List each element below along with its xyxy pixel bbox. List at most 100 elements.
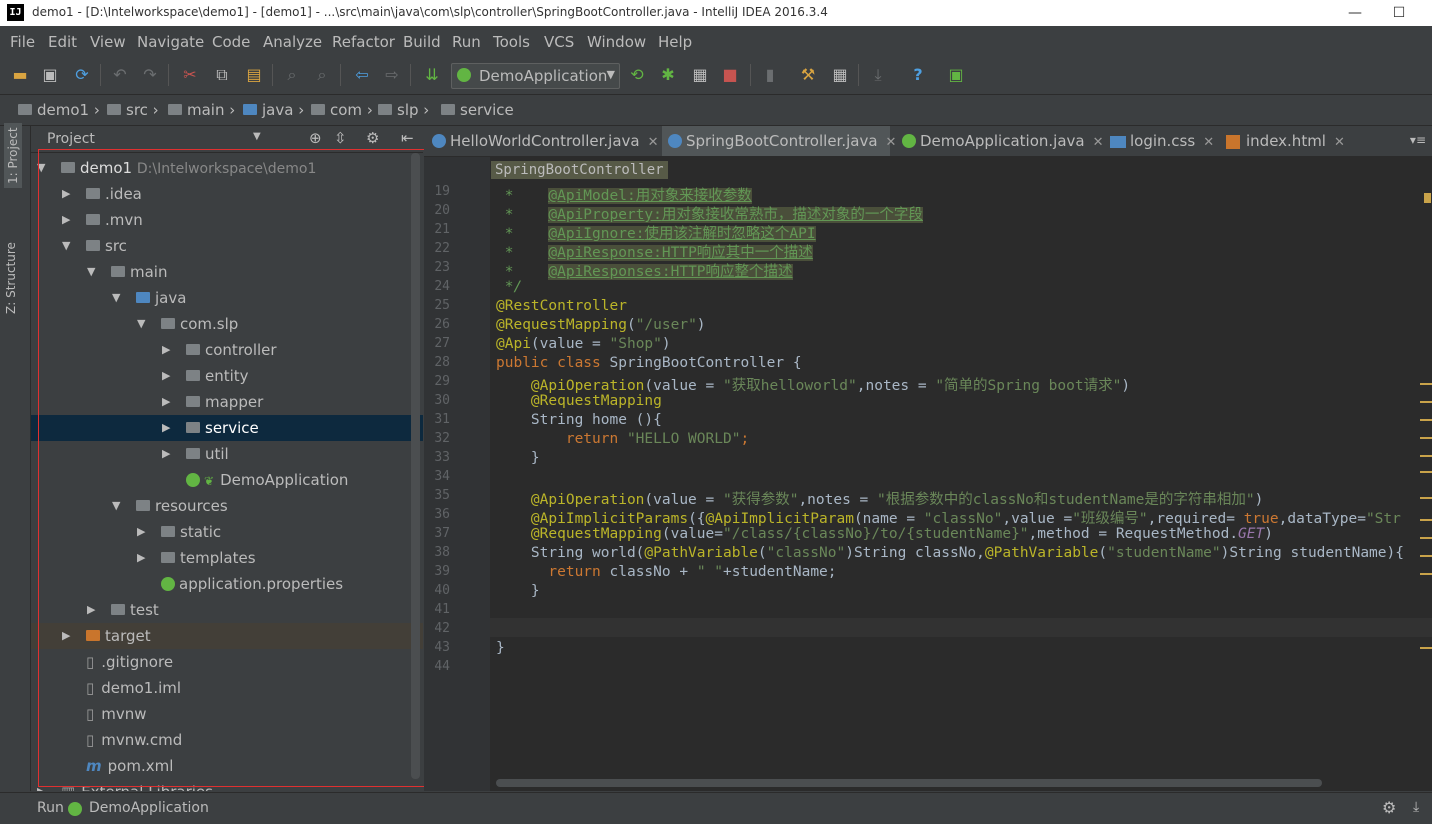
hide-panel-icon[interactable]: ⇤ [401,129,414,147]
breadcrumb-item-slp[interactable]: slp › [378,101,429,119]
tree-item-src[interactable]: ▼ src [31,233,423,259]
tree-item-com-slp[interactable]: ▼ com.slp [31,311,423,337]
gear-icon[interactable]: ⚙ [1382,798,1396,817]
error-stripe-marker[interactable] [1420,519,1432,521]
menu-window[interactable]: Window [587,33,646,51]
tree-item-demo1[interactable]: ▼ demo1 D:\Intelworkspace\demo1 [31,155,423,181]
menu-view[interactable]: View [90,33,126,51]
maximize-button[interactable]: ☐ [1384,2,1414,24]
tree-item-main[interactable]: ▼ main [31,259,423,285]
error-stripe-marker[interactable] [1420,437,1432,439]
menu-code[interactable]: Code [212,33,250,51]
error-stripe-marker[interactable] [1420,419,1432,421]
breadcrumb-item-com[interactable]: com › [311,101,373,119]
error-stripe-marker[interactable] [1420,471,1432,473]
tab-helloworldcontroller[interactable]: HelloWorldController.java ✕ [428,126,659,156]
menu-help[interactable]: Help [658,33,692,51]
menu-navigate[interactable]: Navigate [137,33,204,51]
back-icon[interactable]: ⇦ [352,65,372,85]
code-editor[interactable]: SpringBootController 19 20 21 22 23 24 25 26 27 2… [424,157,1432,791]
find-icon[interactable]: ⌕ [282,65,302,85]
editor-horizontal-scrollbar[interactable] [496,779,1322,787]
tree-item-templates[interactable]: ▶ templates [31,545,423,571]
chevron-down-icon[interactable]: ▼ [253,131,261,142]
tab-structure-tool[interactable]: Z: Structure [4,242,18,314]
breadcrumb-item-src[interactable]: src › [107,101,159,119]
tree-item-resources[interactable]: ▼ resources [31,493,423,519]
tree-item-mapper[interactable]: ▶ mapper [31,389,423,415]
open-folder-icon[interactable]: ▬ [10,65,30,85]
project-structure-icon[interactable]: ▦ [830,65,850,85]
rerun-icon[interactable]: ⟲ [627,65,647,85]
cut-icon[interactable]: ✂ [180,65,200,85]
error-stripe-marker[interactable] [1420,573,1432,575]
tree-item-util[interactable]: ▶ util [31,441,423,467]
minimize-button[interactable]: — [1340,2,1370,24]
error-stripe-marker[interactable] [1420,401,1432,403]
close-icon[interactable]: ✕ [1203,135,1214,150]
tab-index-html[interactable]: index.html ✕ [1224,126,1345,156]
plugin-icon[interactable]: ▣ [946,65,966,85]
make-project-icon[interactable]: ⇊ [422,65,442,85]
tab-springbootcontroller[interactable]: SpringBootController.java ✕ [662,126,896,156]
breadcrumb-item-main[interactable]: main › [168,101,235,119]
coverage-icon[interactable]: ▦ [690,65,710,85]
vcs-icon[interactable]: ▮ [760,65,780,85]
paste-icon[interactable]: ▤ [244,65,264,85]
redo-icon[interactable]: ↷ [140,65,160,85]
error-stripe-marker[interactable] [1420,537,1432,539]
gear-icon[interactable]: ⚙ [366,129,379,147]
error-stripe-marker[interactable] [1420,383,1432,385]
menu-refactor[interactable]: Refactor [332,33,395,51]
close-icon[interactable]: ✕ [1334,135,1345,150]
menu-build[interactable]: Build [403,33,441,51]
tree-item-gitignore[interactable]: ▯ .gitignore [31,649,423,675]
menu-file[interactable]: File [10,33,35,51]
menu-tools[interactable]: Tools [493,33,530,51]
tree-scrollbar[interactable] [411,153,420,779]
collapse-all-icon[interactable]: ⇳ [334,129,347,147]
tree-item-external-libraries[interactable]: ▶▥External Libraries [31,779,423,791]
stop-icon[interactable]: ■ [720,65,740,85]
close-icon[interactable]: ✕ [648,135,659,150]
tree-item-demoapplication[interactable]: ❦ DemoApplication [31,467,423,493]
help-icon[interactable]: ? [908,65,928,85]
breadcrumb-item-java[interactable]: java › [243,101,304,119]
settings-wrench-icon[interactable]: ⚒ [798,65,818,85]
tree-item-mvn[interactable]: ▶ .mvn [31,207,423,233]
breadcrumb-item-demo1[interactable]: demo1 › [18,101,100,119]
breadcrumb-item-service[interactable]: service [441,101,514,119]
tree-item-entity[interactable]: ▶ entity [31,363,423,389]
tree-item-test[interactable]: ▶ test [31,597,423,623]
project-view-select[interactable]: Project [47,131,95,147]
menu-analyze[interactable]: Analyze [263,33,322,51]
tab-demoapplication[interactable]: DemoApplication.java ✕ [898,126,1104,156]
tree-item-static[interactable]: ▶ static [31,519,423,545]
debug-icon[interactable]: ✱ [658,65,678,85]
undo-icon[interactable]: ↶ [110,65,130,85]
close-icon[interactable]: ✕ [886,135,897,150]
tree-item-idea[interactable]: ▶ .idea [31,181,423,207]
copy-icon[interactable]: ⧉ [212,65,232,85]
run-config-label[interactable]: DemoApplication [89,800,209,816]
close-icon[interactable]: ✕ [1093,135,1104,150]
forward-icon[interactable]: ⇨ [382,65,402,85]
locate-icon[interactable]: ⊕ [309,129,322,147]
tree-item-target[interactable]: ▶ target [31,623,423,649]
sync-icon[interactable]: ⟳ [72,65,92,85]
warning-indicator-icon[interactable] [1424,193,1431,203]
run-config-select[interactable]: DemoApplication ▼ [451,63,620,89]
tree-item-application-properties[interactable]: application.properties [31,571,423,597]
tab-project-tool[interactable]: 1: Project [4,123,22,188]
tree-item-java[interactable]: ▼ java [31,285,423,311]
error-stripe-marker[interactable] [1420,647,1432,649]
tab-login-css[interactable]: login.css ✕ [1108,126,1218,156]
menu-edit[interactable]: Edit [48,33,77,51]
error-stripe-marker[interactable] [1420,555,1432,557]
error-stripe-marker[interactable] [1420,497,1432,499]
minimize-panel-icon[interactable]: ⤓ [1413,799,1419,815]
tree-item-mvnw-cmd[interactable]: ▯ mvnw.cmd [31,727,423,753]
tree-item-mvnw[interactable]: ▯ mvnw [31,701,423,727]
menu-run[interactable]: Run [452,33,481,51]
replace-icon[interactable]: ⌕ [312,65,332,85]
